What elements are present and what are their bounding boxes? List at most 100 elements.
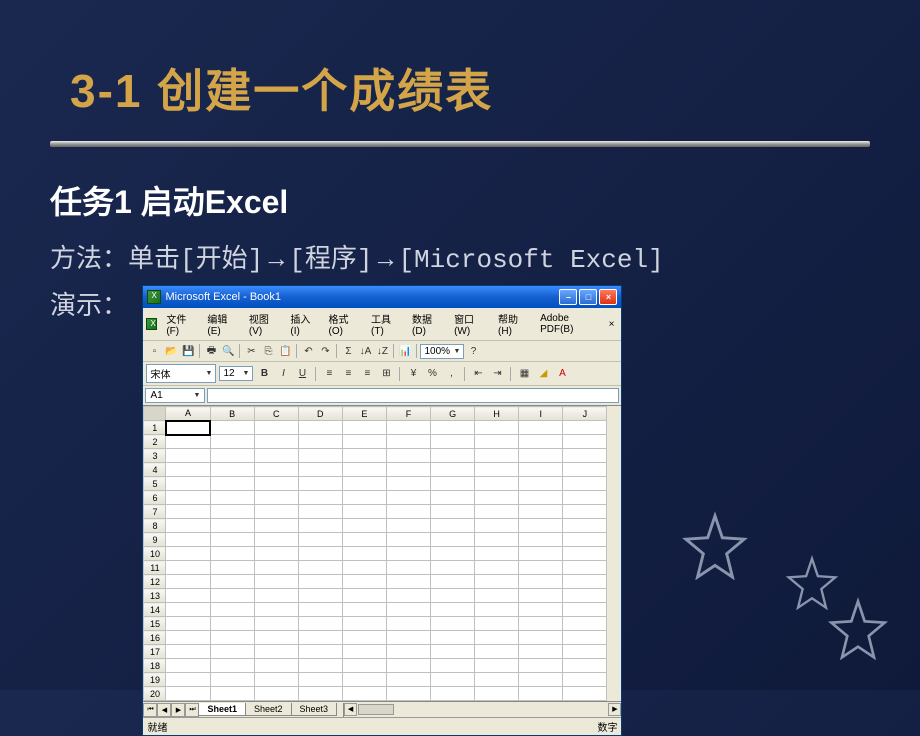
cell[interactable] [431, 463, 475, 477]
cell[interactable] [519, 561, 563, 575]
cell[interactable] [254, 505, 298, 519]
cell[interactable] [386, 547, 430, 561]
cell[interactable] [386, 519, 430, 533]
cell[interactable] [342, 547, 386, 561]
cell[interactable] [431, 603, 475, 617]
column-header[interactable]: C [254, 407, 298, 421]
cell[interactable] [563, 547, 607, 561]
cell[interactable] [519, 687, 563, 701]
cell[interactable] [254, 617, 298, 631]
formula-input[interactable] [207, 388, 619, 403]
cell[interactable] [166, 603, 210, 617]
open-icon[interactable]: 📂 [163, 343, 179, 359]
cell[interactable] [342, 477, 386, 491]
cell[interactable] [475, 533, 519, 547]
cell[interactable] [342, 491, 386, 505]
cell[interactable] [431, 519, 475, 533]
row-header[interactable]: 14 [144, 603, 166, 617]
cell[interactable] [342, 631, 386, 645]
cell[interactable] [298, 659, 342, 673]
column-header[interactable]: B [210, 407, 254, 421]
cell[interactable] [298, 589, 342, 603]
percent-icon[interactable]: % [424, 366, 440, 382]
cell[interactable] [519, 575, 563, 589]
cell[interactable] [210, 463, 254, 477]
cell[interactable] [298, 561, 342, 575]
cell[interactable] [298, 463, 342, 477]
cell[interactable] [431, 477, 475, 491]
cell[interactable] [475, 687, 519, 701]
cell[interactable] [166, 617, 210, 631]
doc-close-button[interactable]: × [605, 319, 619, 330]
cell[interactable] [475, 631, 519, 645]
cell[interactable] [254, 435, 298, 449]
underline-icon[interactable]: U [294, 366, 310, 382]
cell[interactable] [386, 477, 430, 491]
font-size-select[interactable]: 12 ▼ [219, 366, 253, 381]
cell[interactable] [254, 533, 298, 547]
cell[interactable] [342, 603, 386, 617]
cell[interactable] [166, 659, 210, 673]
cell[interactable] [342, 519, 386, 533]
cell[interactable] [386, 631, 430, 645]
cell[interactable] [166, 687, 210, 701]
cell[interactable] [431, 561, 475, 575]
column-header[interactable]: E [342, 407, 386, 421]
cell[interactable] [342, 575, 386, 589]
cell[interactable] [431, 631, 475, 645]
tab-nav-prev[interactable]: ◀ [157, 703, 171, 717]
cell[interactable] [563, 533, 607, 547]
cell[interactable] [475, 449, 519, 463]
cell[interactable] [563, 575, 607, 589]
currency-icon[interactable]: ¥ [405, 366, 421, 382]
cell[interactable] [563, 463, 607, 477]
cell[interactable] [519, 617, 563, 631]
close-button[interactable]: × [599, 289, 617, 305]
cell[interactable] [519, 519, 563, 533]
menu-view[interactable]: 视图(V) [244, 310, 284, 338]
indent-inc-icon[interactable]: ⇥ [489, 366, 505, 382]
cell[interactable] [298, 603, 342, 617]
cell[interactable] [298, 477, 342, 491]
cell[interactable] [298, 547, 342, 561]
spreadsheet-grid[interactable]: ABCDEFGHIJ123456789101112131415161718192… [143, 406, 607, 701]
cell[interactable] [210, 505, 254, 519]
cell[interactable] [166, 477, 210, 491]
cell[interactable] [254, 519, 298, 533]
menu-window[interactable]: 窗口(W) [449, 310, 491, 338]
row-header[interactable]: 18 [144, 659, 166, 673]
scroll-right-button[interactable]: ▶ [608, 703, 621, 716]
cell[interactable] [431, 617, 475, 631]
menu-file[interactable]: 文件(F) [161, 310, 200, 338]
cell[interactable] [431, 505, 475, 519]
cell[interactable] [431, 673, 475, 687]
align-right-icon[interactable]: ≡ [359, 366, 375, 382]
row-header[interactable]: 2 [144, 435, 166, 449]
cell[interactable] [254, 673, 298, 687]
cell[interactable] [298, 673, 342, 687]
cell[interactable] [519, 547, 563, 561]
cell[interactable] [298, 519, 342, 533]
cell[interactable] [563, 561, 607, 575]
menu-data[interactable]: 数据(D) [407, 310, 447, 338]
cell[interactable] [210, 589, 254, 603]
preview-icon[interactable]: 🔍 [220, 343, 236, 359]
cell[interactable] [210, 477, 254, 491]
cell[interactable] [210, 491, 254, 505]
new-icon[interactable]: ▫ [146, 343, 162, 359]
row-header[interactable]: 19 [144, 673, 166, 687]
cell[interactable] [254, 477, 298, 491]
cell[interactable] [386, 645, 430, 659]
cell[interactable] [475, 561, 519, 575]
cell[interactable] [386, 659, 430, 673]
cell[interactable] [342, 645, 386, 659]
menu-edit[interactable]: 编辑(E) [202, 310, 242, 338]
cell[interactable] [210, 631, 254, 645]
font-color-icon[interactable]: A [554, 366, 570, 382]
cell[interactable] [475, 477, 519, 491]
help-icon[interactable]: ? [465, 343, 481, 359]
cell[interactable] [563, 673, 607, 687]
cell[interactable] [563, 421, 607, 435]
cell[interactable] [475, 505, 519, 519]
row-header[interactable]: 20 [144, 687, 166, 701]
